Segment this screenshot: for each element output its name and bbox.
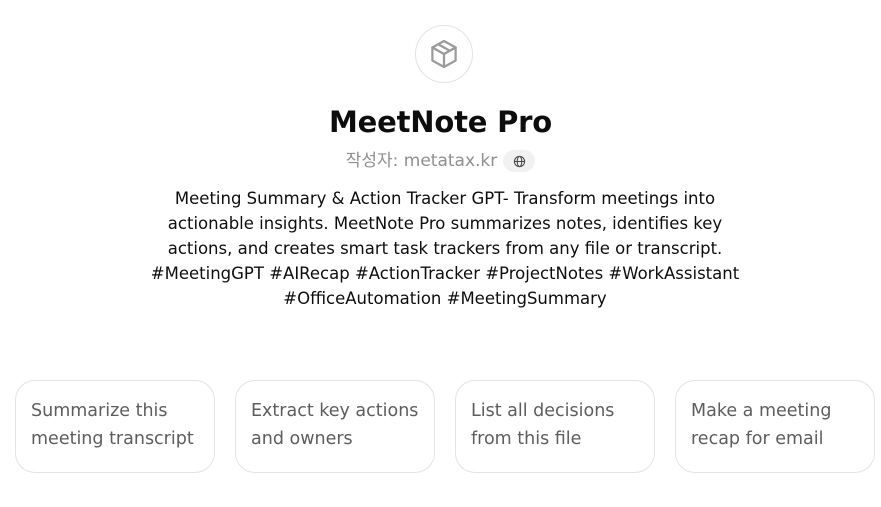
author-label: 작성자: metatax.kr bbox=[345, 151, 498, 171]
gpt-title: MeetNote Pro bbox=[329, 105, 552, 139]
gpt-description: Meeting Summary & Action Tracker GPT- Tr… bbox=[150, 189, 740, 308]
cube-icon bbox=[431, 39, 457, 69]
gpt-avatar bbox=[415, 25, 473, 83]
conversation-starter[interactable]: List all decisions from this file bbox=[455, 380, 655, 473]
gpt-profile-page: MeetNote Pro 작성자: metatax.kr Meeting Sum… bbox=[0, 0, 881, 507]
conversation-starter[interactable]: Summarize this meeting transcript bbox=[15, 380, 215, 473]
conversation-starter[interactable]: Extract key actions and owners bbox=[235, 380, 435, 473]
conversation-starters: Summarize this meeting transcript Extrac… bbox=[15, 380, 875, 473]
author-website-link[interactable] bbox=[503, 150, 536, 172]
conversation-starter[interactable]: Make a meeting recap for email bbox=[675, 380, 875, 473]
author-row: 작성자: metatax.kr bbox=[0, 149, 881, 173]
globe-icon bbox=[513, 155, 525, 167]
